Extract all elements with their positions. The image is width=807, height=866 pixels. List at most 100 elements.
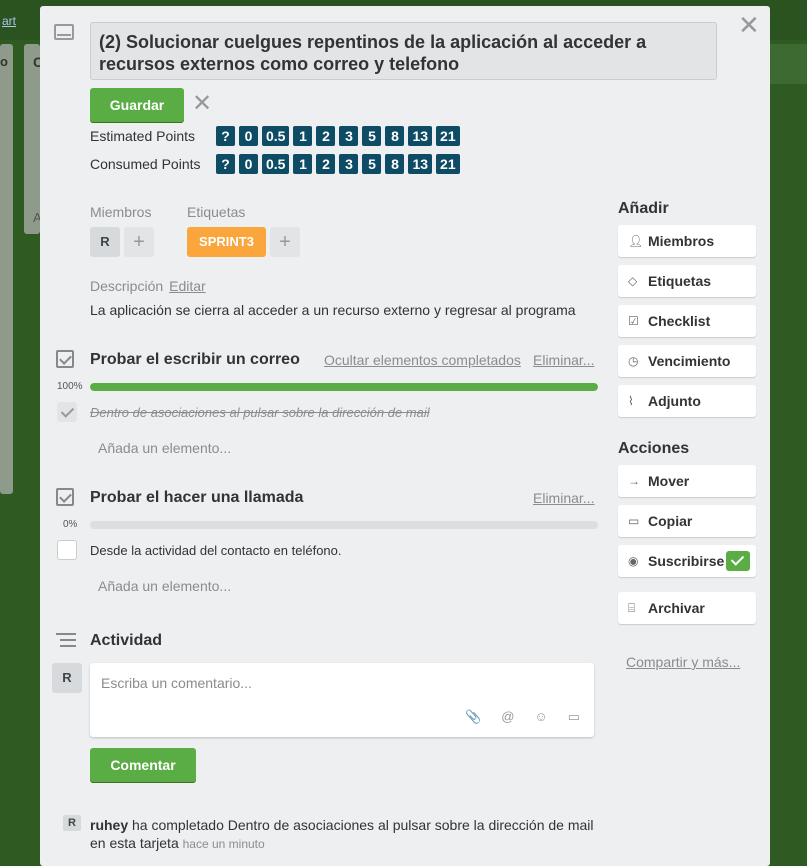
checklist-item-text[interactable]: Dentro de asociaciones al pulsar sobre l… — [90, 405, 430, 420]
checklist-item-checkbox[interactable] — [57, 402, 77, 422]
log-user[interactable]: ruhey — [90, 817, 128, 833]
actions-section-title: Acciones — [618, 440, 690, 457]
description-header: Descripción Editar — [90, 278, 206, 294]
archive-icon: ⌸ — [628, 601, 636, 615]
side-button-label: Adjunto — [648, 393, 701, 409]
side-button-label: Mover — [648, 473, 690, 489]
activity-title: Actividad — [90, 632, 163, 649]
add-attachment-button[interactable]: ⌇ Adjunto — [618, 385, 756, 417]
point-badge[interactable]: 0 — [239, 154, 258, 174]
point-badge[interactable]: 3 — [339, 154, 359, 174]
point-badge[interactable]: 8 — [385, 126, 405, 146]
checklist-icon — [56, 350, 74, 368]
card-title-input[interactable]: (2) Solucionar cuelgues repentinos de la… — [90, 22, 717, 80]
point-badge[interactable]: 2 — [316, 154, 336, 174]
mention-icon[interactable]: @ — [501, 709, 514, 725]
cancel-edit-icon[interactable]: ✕ — [192, 92, 212, 116]
member-avatar[interactable]: R — [90, 227, 120, 257]
point-badge[interactable]: 0.5 — [262, 154, 290, 174]
estimated-points-row: ? 0 0.5 1 2 3 5 8 13 21 — [216, 126, 460, 146]
point-badge[interactable]: 3 — [339, 126, 359, 146]
board-header-link[interactable]: art — [2, 14, 16, 28]
checklist-title[interactable]: Probar el hacer una llamada — [90, 489, 303, 507]
subscribe-button[interactable]: ◉ Suscribirse — [618, 545, 756, 577]
save-button[interactable]: Guardar — [90, 88, 184, 122]
add-section-title: Añadir — [618, 200, 669, 217]
label-sprint3[interactable]: SPRINT3 — [187, 227, 266, 257]
checklist-icon — [56, 488, 74, 506]
comment-button[interactable]: Comentar — [90, 748, 196, 782]
tag-icon: ◇ — [628, 274, 638, 288]
archive-button[interactable]: ⌸ Archivar — [618, 592, 756, 624]
delete-checklist-link[interactable]: Eliminar... — [533, 352, 594, 368]
checklist-percent: 100% — [57, 381, 83, 392]
progress-fill — [90, 383, 598, 391]
add-members-button[interactable]: 👤︎ Miembros — [618, 225, 756, 257]
board-banner — [770, 44, 807, 84]
card-attach-icon[interactable]: ▭ — [568, 709, 580, 725]
copy-button[interactable]: ▭ Copiar — [618, 505, 756, 537]
paperclip-icon[interactable]: 📎 — [465, 709, 481, 725]
board-list[interactable]: o — [0, 44, 13, 494]
checklist-item-text[interactable]: Desde la actividad del contacto en teléf… — [90, 543, 342, 558]
side-button-label: Checklist — [648, 313, 711, 329]
add-item-input[interactable]: Añada un elemento... — [98, 578, 231, 594]
point-badge[interactable]: 21 — [436, 126, 460, 146]
consumed-points-label: Consumed Points — [90, 156, 201, 172]
checklist-progress-bar — [90, 521, 598, 529]
checklist-percent: 0% — [63, 519, 78, 530]
arrow-right-icon: → — [628, 474, 640, 488]
add-label-button[interactable]: + — [270, 227, 300, 257]
point-badge[interactable]: 21 — [436, 154, 460, 174]
add-due-date-button[interactable]: ◷ Vencimiento — [618, 345, 756, 377]
description-label: Descripción — [90, 278, 164, 294]
estimated-points-label: Estimated Points — [90, 128, 196, 144]
side-button-label: Etiquetas — [648, 273, 712, 289]
card-detail-modal: ✕ (2) Solucionar cuelgues repentinos de … — [40, 6, 770, 866]
comment-avatar[interactable]: R — [52, 663, 82, 693]
members-label: Miembros — [90, 204, 152, 220]
log-text: ha completado Dentro de asociaciones al … — [90, 817, 594, 851]
add-item-input[interactable]: Añada un elemento... — [98, 440, 231, 456]
point-badge[interactable]: 13 — [408, 126, 433, 146]
add-member-button[interactable]: + — [124, 227, 154, 257]
comment-input[interactable]: Escriba un comentario... 📎 @ ☺ ▭ — [90, 663, 594, 737]
point-badge[interactable]: 0 — [239, 126, 258, 146]
point-badge[interactable]: 1 — [293, 154, 313, 174]
checklist-item-checkbox[interactable] — [57, 540, 77, 560]
point-badge[interactable]: 2 — [316, 126, 336, 146]
point-badge[interactable]: 13 — [408, 154, 433, 174]
side-button-label: Archivar — [648, 600, 705, 616]
point-badge[interactable]: 5 — [362, 154, 382, 174]
consumed-points-row: ? 0 0.5 1 2 3 5 8 13 21 — [216, 154, 460, 174]
point-badge[interactable]: 8 — [385, 154, 405, 174]
emoji-icon[interactable]: ☺ — [534, 709, 547, 725]
side-button-label: Suscribirse — [648, 553, 725, 569]
point-badge[interactable]: 0.5 — [262, 126, 290, 146]
description-edit-link[interactable]: Editar — [169, 278, 206, 294]
comment-placeholder: Escriba un comentario... — [101, 675, 252, 691]
point-badge[interactable]: 1 — [293, 126, 313, 146]
add-checklist-button[interactable]: ☑ Checklist — [618, 305, 756, 337]
list-letter: o — [0, 54, 8, 69]
subscribed-check-icon — [726, 551, 750, 571]
share-more-link[interactable]: Compartir y más... — [626, 654, 740, 670]
card-icon: ▭ — [628, 514, 640, 528]
activity-icon — [56, 633, 76, 647]
point-badge[interactable]: ? — [216, 126, 235, 146]
log-avatar[interactable]: R — [63, 815, 81, 831]
move-button[interactable]: → Mover — [618, 465, 756, 497]
side-button-label: Copiar — [648, 513, 693, 529]
hide-completed-link[interactable]: Ocultar elementos completados — [324, 352, 521, 368]
labels-label: Etiquetas — [187, 204, 246, 220]
delete-checklist-link[interactable]: Eliminar... — [533, 490, 594, 506]
comment-toolbar: 📎 @ ☺ ▭ — [465, 709, 580, 725]
point-badge[interactable]: ? — [216, 154, 235, 174]
checklist-title[interactable]: Probar el escribir un correo — [90, 351, 300, 369]
board-list[interactable]: C A — [24, 44, 43, 234]
close-icon[interactable]: ✕ — [738, 12, 760, 38]
log-time[interactable]: hace un minuto — [183, 837, 265, 851]
add-labels-button[interactable]: ◇ Etiquetas — [618, 265, 756, 297]
description-text[interactable]: La aplicación se cierra al acceder a un … — [90, 302, 576, 318]
point-badge[interactable]: 5 — [362, 126, 382, 146]
